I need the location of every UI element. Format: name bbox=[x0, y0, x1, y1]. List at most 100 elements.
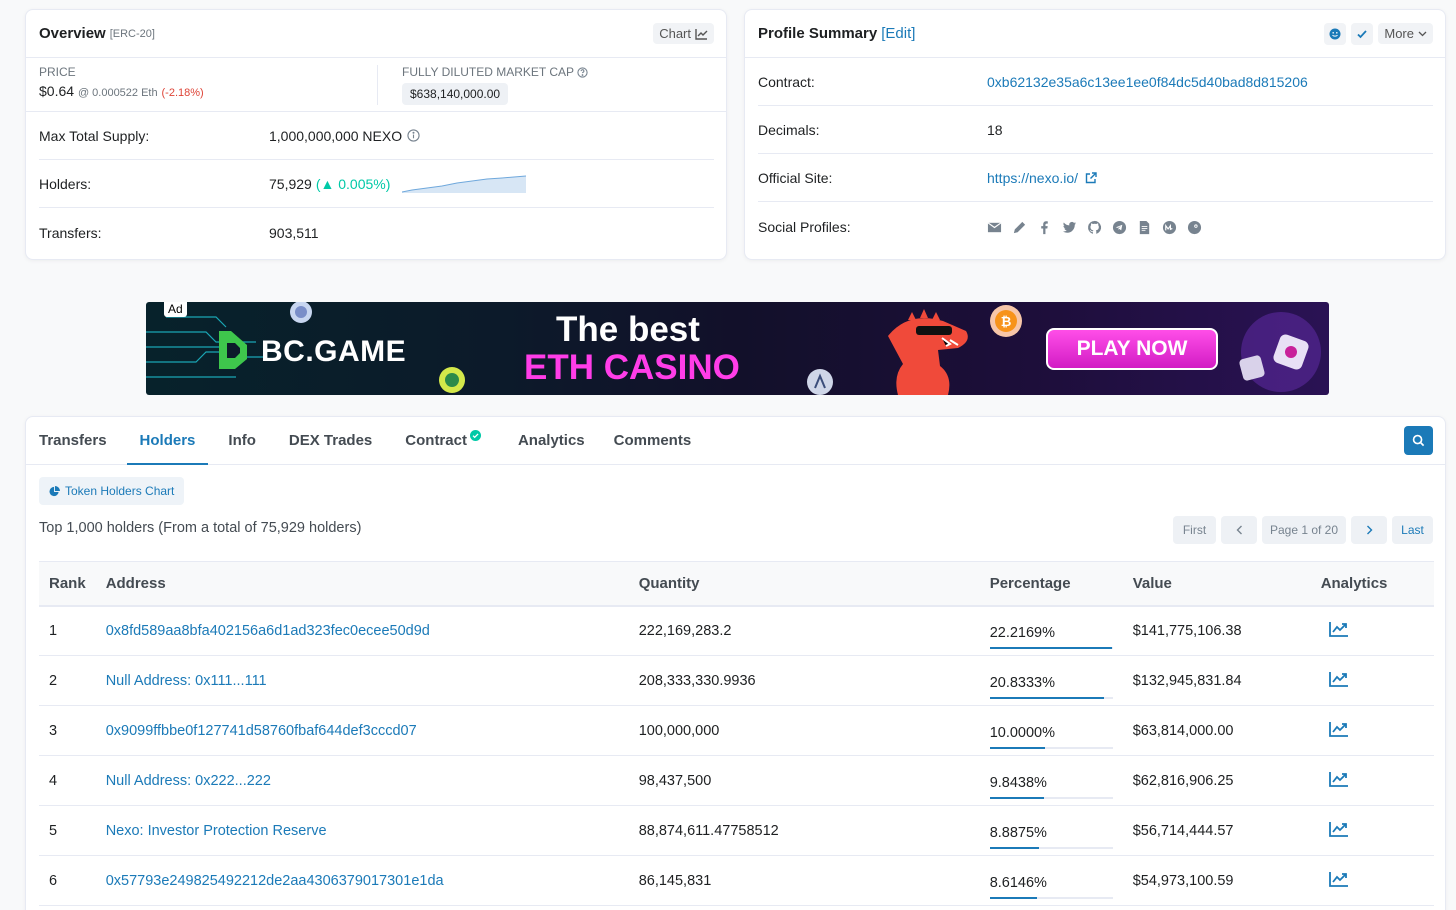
holder-address-link[interactable]: 0x8fd589aa8bfa402156a6d1ad323fec0ecee50d… bbox=[106, 623, 430, 639]
analytics-button[interactable] bbox=[1328, 871, 1349, 891]
max-supply-value: 1,000,000,000 NEXO bbox=[269, 127, 403, 144]
twitter-icon[interactable] bbox=[1062, 220, 1077, 235]
holder-address-link[interactable]: 0x57793e249825492212de2aa4306379017301e1… bbox=[106, 873, 444, 889]
ad-badge: Ad bbox=[164, 302, 187, 317]
table-row: 2 Null Address: 0x111...111 208,333,330.99… bbox=[39, 655, 1434, 706]
holder-address-link[interactable]: Null Address: 0x111...111 bbox=[106, 673, 267, 689]
github-icon[interactable] bbox=[1087, 220, 1102, 235]
official-site-row: Official Site: https://nexo.io/ bbox=[758, 154, 1433, 202]
tab-transfers[interactable]: Transfers bbox=[39, 417, 107, 465]
search-button[interactable] bbox=[1404, 426, 1433, 455]
check-icon bbox=[1357, 29, 1368, 38]
chart-button[interactable]: Chart bbox=[653, 23, 714, 44]
mcap-value[interactable]: $638,140,000.00 bbox=[402, 83, 509, 105]
holder-address-link[interactable]: 0x9099ffbbe0f127741d58760fbaf644def3cccd… bbox=[106, 723, 417, 739]
analytics-button[interactable] bbox=[1328, 821, 1349, 841]
percentage-text: 22.2169% bbox=[989, 624, 1055, 641]
value-cell: $56,714,444.57 bbox=[1122, 805, 1311, 856]
decimals-label: Decimals: bbox=[758, 121, 820, 138]
percentage-bar bbox=[989, 846, 1113, 849]
verified-button[interactable] bbox=[1351, 22, 1374, 45]
holders-label: Holders: bbox=[39, 175, 92, 192]
edit-link[interactable]: [Edit] bbox=[881, 25, 915, 42]
pencil-icon[interactable] bbox=[1012, 220, 1027, 235]
rank-cell: 2 bbox=[39, 655, 96, 706]
percentage-text: 9.8438% bbox=[989, 774, 1047, 791]
play-now-button[interactable]: PLAY NOW bbox=[1046, 328, 1218, 370]
value-cell: $141,775,106.38 bbox=[1122, 605, 1311, 656]
reputation-button[interactable] bbox=[1324, 22, 1347, 45]
external-link-icon[interactable] bbox=[1085, 171, 1097, 184]
price-section: PRICE $0.64 @ 0.000522 Eth (-2.18%) FULL… bbox=[26, 58, 726, 112]
holder-address-link[interactable]: Nexo: Investor Protection Reserve bbox=[106, 823, 327, 839]
line-chart-icon bbox=[695, 28, 708, 40]
last-page-button[interactable]: Last bbox=[1392, 516, 1433, 544]
email-icon[interactable] bbox=[987, 220, 1002, 235]
tab-label: Holders bbox=[139, 432, 196, 449]
quantity-cell: 86,145,831 bbox=[628, 855, 980, 906]
percentage-cell: 22.2169% bbox=[979, 605, 1123, 656]
percentage-bar-fill bbox=[989, 896, 1037, 899]
tab-analytics[interactable]: Analytics bbox=[518, 417, 585, 465]
ad-mascot bbox=[888, 309, 968, 395]
profile-header: Profile Summary [Edit] More bbox=[745, 10, 1445, 58]
analytics-button[interactable] bbox=[1328, 671, 1349, 691]
price-value: $0.64 bbox=[39, 83, 75, 99]
analytics-button[interactable] bbox=[1328, 621, 1349, 641]
whitepaper-icon[interactable] bbox=[1137, 220, 1152, 235]
profile-title: Profile Summary bbox=[758, 25, 878, 42]
col-quantity: Quantity bbox=[628, 561, 980, 607]
quantity-cell: 98,437,500 bbox=[628, 755, 980, 806]
tab-info[interactable]: Info bbox=[228, 417, 256, 465]
pie-chart-icon bbox=[49, 485, 60, 496]
token-holders-chart-button[interactable]: Token Holders Chart bbox=[39, 477, 185, 505]
more-label: More bbox=[1384, 26, 1414, 41]
next-page-button[interactable] bbox=[1351, 516, 1387, 544]
col-rank: Rank bbox=[39, 561, 96, 607]
chevron-left-icon bbox=[1236, 525, 1242, 535]
percentage-bar bbox=[989, 896, 1113, 899]
tab-holders[interactable]: Holders bbox=[126, 417, 209, 465]
value-cell: $63,814,000.00 bbox=[1122, 705, 1311, 756]
telegram-icon[interactable] bbox=[1112, 220, 1127, 235]
quantity-cell: 88,874,611.47758512 bbox=[628, 805, 980, 856]
social-icons bbox=[987, 220, 1202, 235]
ad-banner[interactable]: Ad BC.GAME The best ETH CASINO ₿ PLAY NO… bbox=[146, 302, 1329, 395]
max-supply-label: Max Total Supply: bbox=[39, 127, 150, 144]
coinmarketcap-icon[interactable] bbox=[1162, 220, 1177, 235]
tab-contract[interactable]: Contract bbox=[405, 417, 481, 465]
contract-address-link[interactable]: 0xb62132e35a6c13ee1ee0f84dc5d40bad8d8152… bbox=[987, 74, 1308, 90]
holders-card: Transfers Holders Info DEX Trades Contra… bbox=[25, 416, 1446, 910]
tab-comments[interactable]: Comments bbox=[614, 417, 692, 465]
holder-address-link[interactable]: Null Address: 0x222...222 bbox=[106, 773, 271, 789]
official-site-link[interactable]: https://nexo.io/ bbox=[987, 170, 1078, 186]
question-circle-icon[interactable] bbox=[577, 66, 588, 78]
decimals-value: 18 bbox=[987, 121, 1003, 138]
overview-header: Overview [ERC-20] Chart bbox=[26, 10, 726, 58]
value-cell: $54,973,100.59 bbox=[1122, 855, 1311, 906]
price-eth: @ 0.000522 Eth bbox=[77, 87, 158, 99]
prev-page-button[interactable] bbox=[1221, 516, 1257, 544]
overview-title: Overview bbox=[39, 25, 106, 42]
more-dropdown[interactable]: More bbox=[1378, 23, 1433, 44]
tab-dex-trades[interactable]: DEX Trades bbox=[289, 417, 372, 465]
percentage-text: 8.6146% bbox=[989, 874, 1047, 891]
tab-label: Contract bbox=[405, 432, 467, 449]
percentage-cell: 8.8875% bbox=[979, 805, 1123, 856]
table-row: 3 0x9099ffbbe0f127741d58760fbaf644def3ccc… bbox=[39, 705, 1434, 756]
value-cell: $62,816,906.25 bbox=[1122, 755, 1311, 806]
facebook-icon[interactable] bbox=[1037, 220, 1052, 235]
site-label: Official Site: bbox=[758, 169, 833, 186]
coingecko-icon[interactable] bbox=[1187, 220, 1202, 235]
analytics-button[interactable] bbox=[1328, 721, 1349, 741]
decimals-row: Decimals: 18 bbox=[758, 106, 1433, 154]
rank-cell: 3 bbox=[39, 705, 96, 756]
analytics-button[interactable] bbox=[1328, 771, 1349, 791]
analytics-chart-icon bbox=[1328, 771, 1348, 787]
percentage-text: 20.8333% bbox=[989, 674, 1055, 691]
pagination: First Page 1 of 20 Last bbox=[1173, 516, 1433, 544]
first-page-button[interactable]: First bbox=[1173, 516, 1216, 544]
info-icon[interactable] bbox=[407, 129, 420, 142]
percentage-bar bbox=[989, 646, 1113, 649]
ad-coin-decoration-2 bbox=[439, 367, 465, 393]
